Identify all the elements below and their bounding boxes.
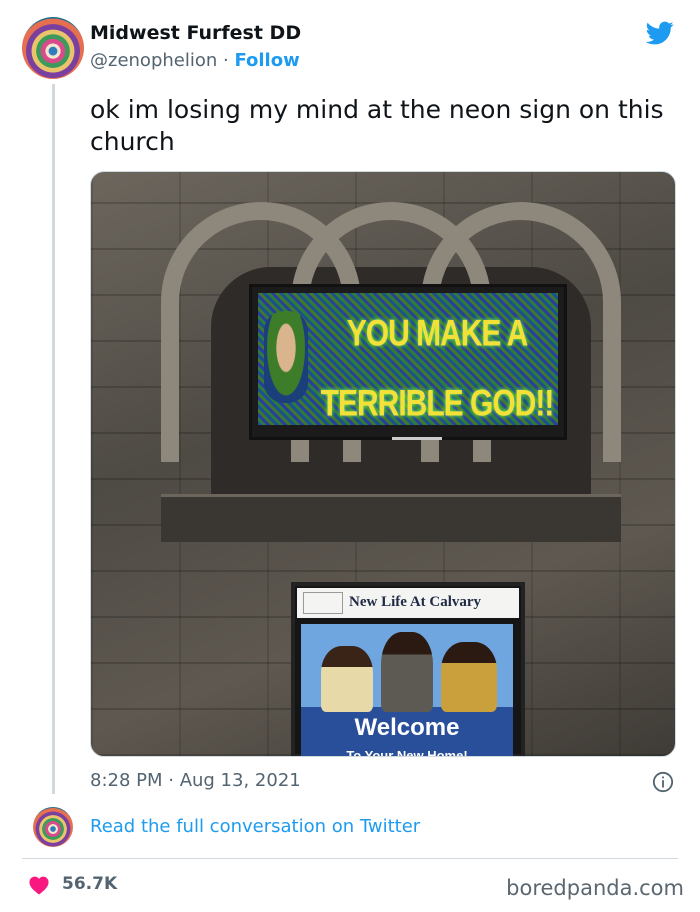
tweet-photo[interactable]: YOU MAKE A TERRIBLE GOD!! New Life At Ca…	[90, 171, 676, 757]
board-person	[381, 632, 433, 712]
thread-line	[52, 84, 55, 794]
neon-sign-face	[264, 311, 308, 403]
heart-icon[interactable]	[28, 875, 50, 895]
like-count[interactable]: 56.7K	[62, 874, 117, 894]
handle-separator: ·	[217, 50, 235, 71]
read-conversation-link[interactable]: Read the full conversation on Twitter	[90, 816, 420, 837]
church-board-picture: Welcome To Your New Home!	[301, 624, 513, 757]
tweet-text: ok im losing my mind at the neon sign on…	[90, 95, 664, 156]
church-board-subtitle: To Your New Home!	[346, 748, 468, 757]
church-board-title: New Life At Calvary	[349, 594, 482, 610]
neon-sign-text: YOU MAKE A TERRIBLE GOD!!	[320, 312, 555, 424]
footer-divider	[22, 858, 678, 859]
neon-sign-brand	[392, 437, 442, 440]
follow-button[interactable]: Follow	[234, 50, 299, 71]
twitter-bird-icon[interactable]	[644, 19, 676, 47]
author-handle-row: @zenophelion · Follow	[90, 50, 300, 71]
board-person	[441, 642, 497, 712]
author-avatar[interactable]	[22, 17, 84, 79]
conversation-avatar[interactable]	[33, 807, 73, 847]
neon-sign: YOU MAKE A TERRIBLE GOD!!	[249, 284, 567, 440]
church-board-header: New Life At Calvary	[297, 588, 519, 618]
church-logo	[303, 592, 343, 614]
church-board-welcome: Welcome	[354, 714, 460, 741]
neon-sign-screen: YOU MAKE A TERRIBLE GOD!!	[258, 293, 558, 425]
church-board: New Life At Calvary Welcome To Your New …	[291, 582, 525, 757]
tweet-timestamp[interactable]: 8:28 PM · Aug 13, 2021	[90, 770, 301, 791]
info-icon[interactable]	[652, 771, 674, 793]
photo-ledge	[161, 494, 621, 542]
board-person	[321, 646, 373, 712]
author-name[interactable]: Midwest Furfest DD	[90, 22, 301, 44]
boredpanda-watermark: boredpanda.com	[506, 876, 684, 900]
author-handle[interactable]: @zenophelion	[90, 50, 217, 71]
